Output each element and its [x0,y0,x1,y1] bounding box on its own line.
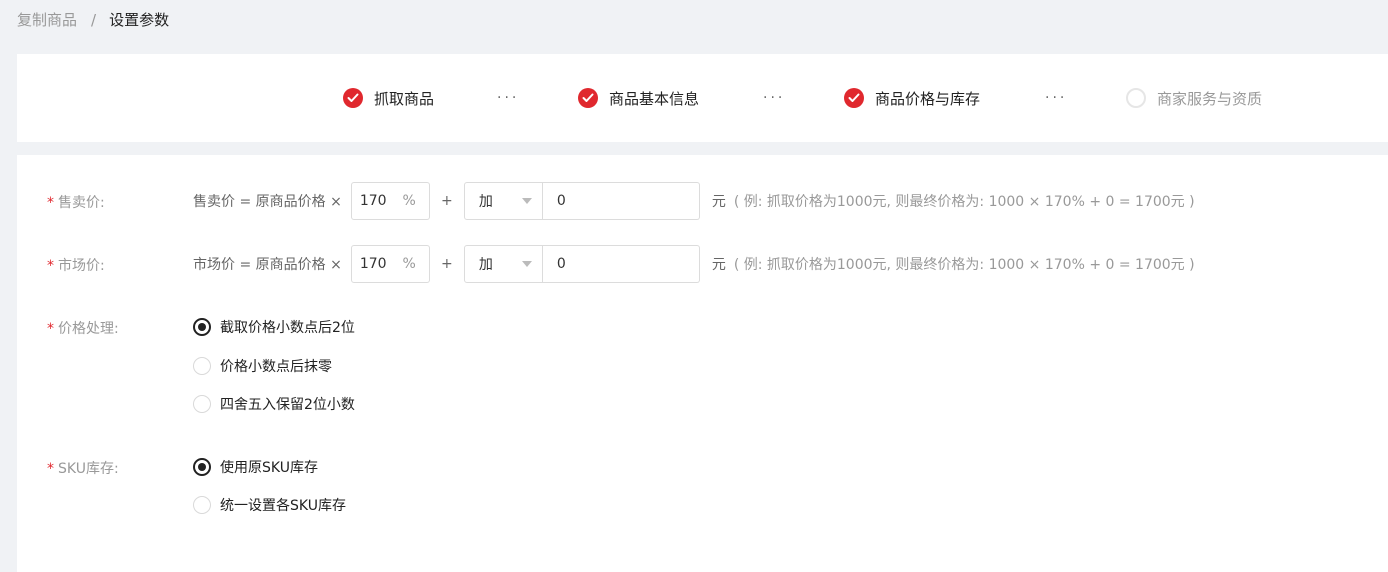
plus-sign: + [440,193,453,209]
radio-round-2-decimals[interactable]: 四舍五入保留2位小数 [193,393,355,415]
breadcrumb-separator: / [91,11,97,29]
required-mark: * [47,258,54,274]
market-price-operator-select[interactable]: 加 [463,245,543,283]
market-price-label: * 市场价: [47,258,105,274]
step-merchant-service[interactable]: 商家服务与资质 [1126,87,1262,109]
radio-unchecked-icon [193,496,211,514]
currency-unit: 元 [711,194,726,210]
required-mark: * [47,195,54,211]
required-mark: * [47,321,54,337]
market-price-formula: 市场价 = 原商品价格 × [193,257,342,273]
sell-price-row: 售卖价 = 原商品价格 × 170 % + 加 0 元 ( 例: 抓取价格为10… [193,182,1195,220]
caret-down-icon [521,198,532,204]
market-price-row: 市场价 = 原商品价格 × 170 % + 加 0 元 ( 例: 抓取价格为10… [193,245,1195,283]
percent-unit: % [402,193,416,209]
plus-sign: + [440,256,453,272]
step-label: 商品价格与库存 [875,89,981,108]
required-mark: * [47,461,54,477]
currency-unit: 元 [711,257,726,273]
steps-panel: 抓取商品 ··· 商品基本信息 ··· 商品价格与库存 ··· 商家服务与资质 [17,54,1388,142]
breadcrumb-current: 设置参数 [109,11,170,29]
sku-stock-label: * SKU库存: [47,461,119,477]
breadcrumb: 复制商品 / 设置参数 [17,10,169,30]
caret-down-icon [521,261,532,267]
check-circle-icon [578,88,598,108]
radio-unified-sku-stock[interactable]: 统一设置各SKU库存 [193,494,346,516]
market-price-example: ( 例: 抓取价格为1000元, 则最终价格为: 1000 × 170% + 0… [733,257,1195,273]
check-circle-icon [844,88,864,108]
step-price-stock[interactable]: 商品价格与库存 [844,87,980,109]
radio-checked-icon [193,318,211,336]
breadcrumb-link-copy-product[interactable]: 复制商品 [17,11,77,29]
radio-checked-icon [193,458,211,476]
step-connector: ··· [763,90,786,106]
price-handling-label: * 价格处理: [47,321,119,337]
pending-circle-icon [1126,88,1146,108]
radio-truncate-2-decimals[interactable]: 截取价格小数点后2位 [193,316,355,338]
step-basic-info[interactable]: 商品基本信息 [578,87,699,109]
step-label: 商品基本信息 [609,89,700,108]
radio-unchecked-icon [193,357,211,375]
market-price-add-input[interactable]: 0 [542,245,700,283]
sell-price-percent-input[interactable]: 170 % [350,182,430,220]
percent-unit: % [402,256,416,272]
sell-price-operator-select[interactable]: 加 [463,182,543,220]
step-label: 抓取商品 [374,89,435,108]
price-settings-form: * 售卖价: 售卖价 = 原商品价格 × 170 % + 加 0 元 ( 例: 抓… [17,155,1388,572]
step-label: 商家服务与资质 [1157,89,1263,108]
step-connector: ··· [1045,90,1068,106]
sell-price-example: ( 例: 抓取价格为1000元, 则最终价格为: 1000 × 170% + 0… [733,194,1195,210]
sell-price-formula: 售卖价 = 原商品价格 × [193,194,342,210]
market-price-percent-input[interactable]: 170 % [350,245,430,283]
step-connector: ··· [497,90,520,106]
check-circle-icon [343,88,363,108]
radio-drop-decimals[interactable]: 价格小数点后抹零 [193,355,332,377]
sell-price-label: * 售卖价: [47,195,105,211]
step-fetch-product[interactable]: 抓取商品 [343,87,434,109]
radio-unchecked-icon [193,395,211,413]
radio-use-original-sku-stock[interactable]: 使用原SKU库存 [193,456,318,478]
sell-price-add-input[interactable]: 0 [542,182,700,220]
